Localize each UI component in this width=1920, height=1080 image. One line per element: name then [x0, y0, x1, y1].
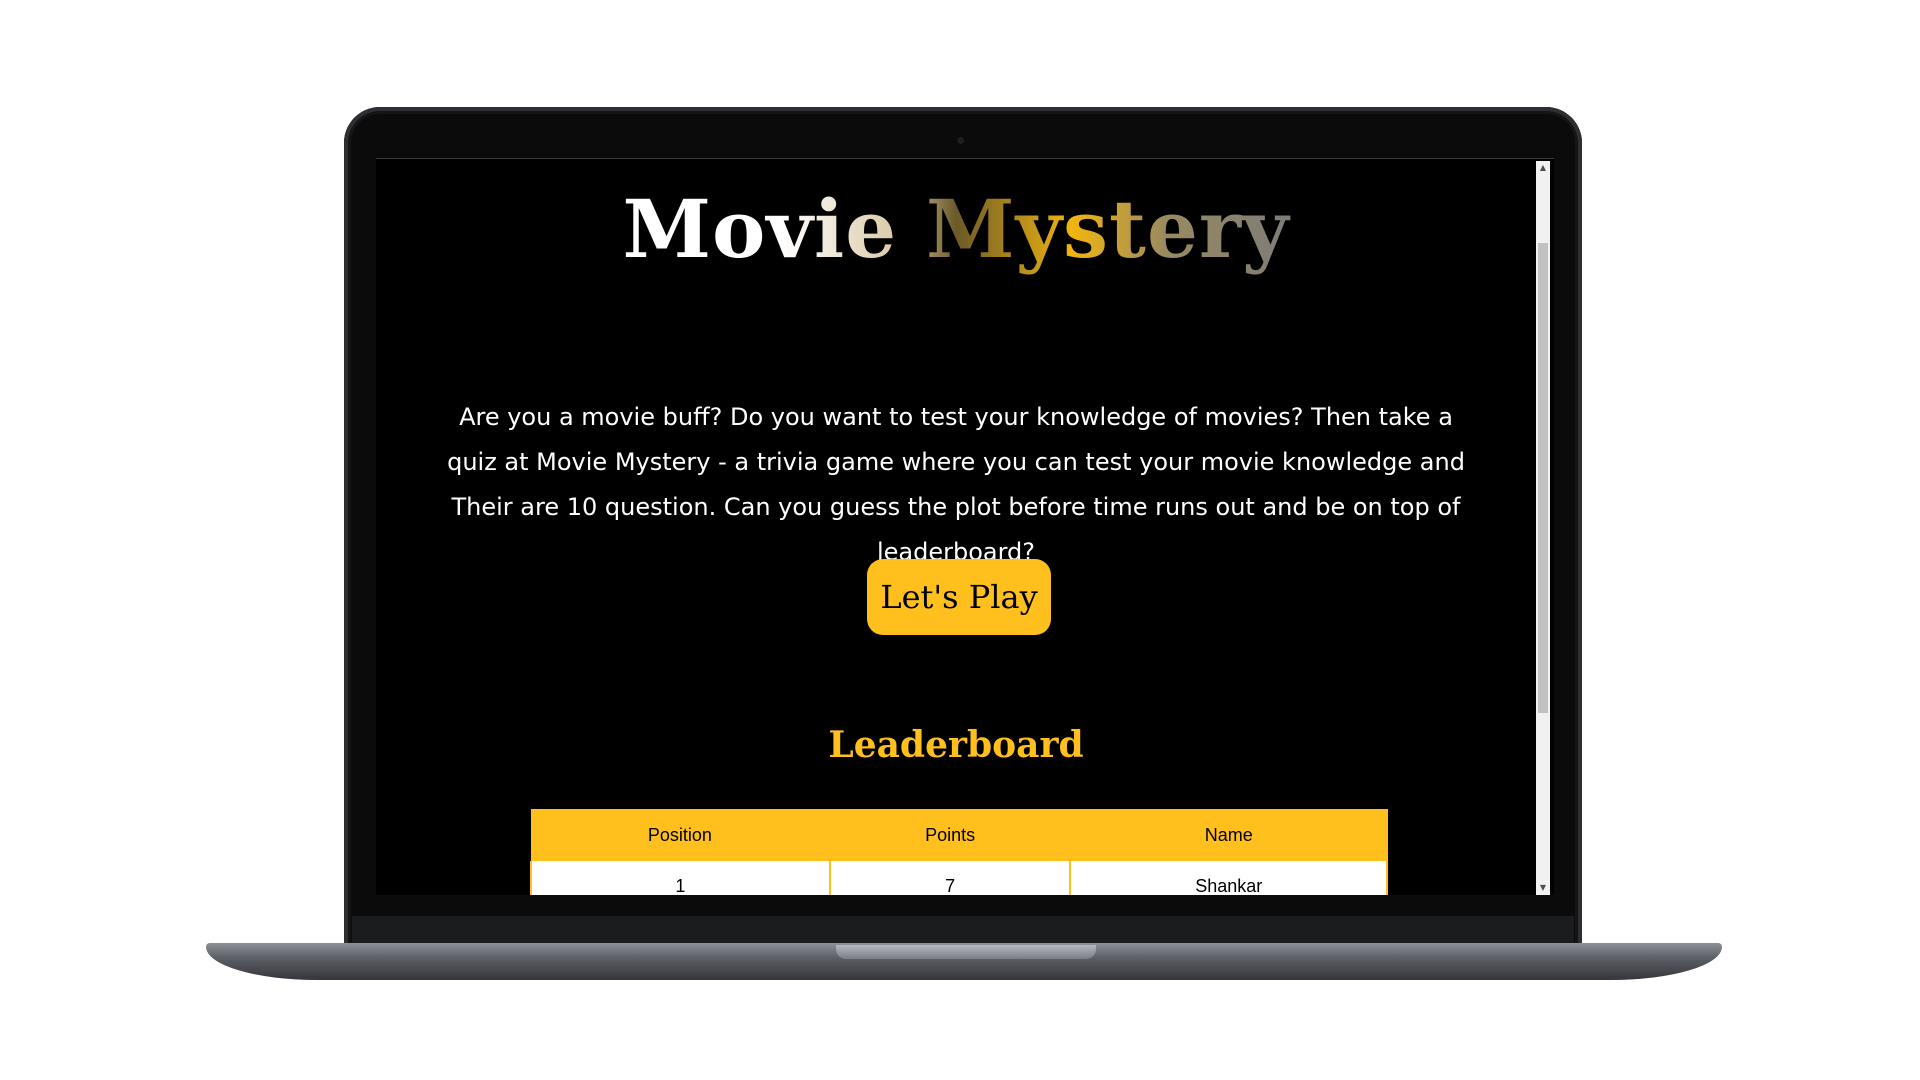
table-header-row: Position Points Name — [531, 809, 1388, 861]
browser-viewport: Movie Mystery Are you a movie buff? Do y… — [376, 158, 1554, 895]
cell-position: 1 — [530, 861, 831, 895]
cell-points: 7 — [828, 861, 1072, 895]
leaderboard-table: Position Points Name 1 7 Shankar — [530, 809, 1388, 895]
column-header-position: Position — [531, 809, 831, 861]
scroll-down-arrow-icon[interactable]: ▼ — [1536, 881, 1550, 895]
laptop-base-notch — [836, 945, 1096, 959]
vertical-scrollbar[interactable]: ▲ ▼ — [1536, 161, 1550, 895]
column-header-name: Name — [1070, 809, 1388, 861]
site-title: Movie Mystery — [376, 179, 1536, 279]
column-header-points: Points — [829, 809, 1072, 861]
scroll-up-arrow-icon[interactable]: ▲ — [1536, 161, 1550, 175]
leaderboard-title: Leaderboard — [828, 724, 1084, 766]
mockup-stage: Movie Mystery Are you a movie buff? Do y… — [0, 0, 1920, 1080]
cell-name: Shankar — [1069, 861, 1388, 895]
table-row: 1 7 Shankar — [530, 861, 1388, 895]
scrollbar-thumb[interactable] — [1538, 243, 1548, 713]
camera-dot — [957, 137, 964, 144]
intro-text: Are you a movie buff? Do you want to tes… — [447, 403, 1465, 566]
home-page: Movie Mystery Are you a movie buff? Do y… — [376, 159, 1536, 895]
lets-play-button[interactable]: Let's Play — [867, 559, 1051, 635]
laptop-bezel-bottom — [352, 916, 1574, 946]
